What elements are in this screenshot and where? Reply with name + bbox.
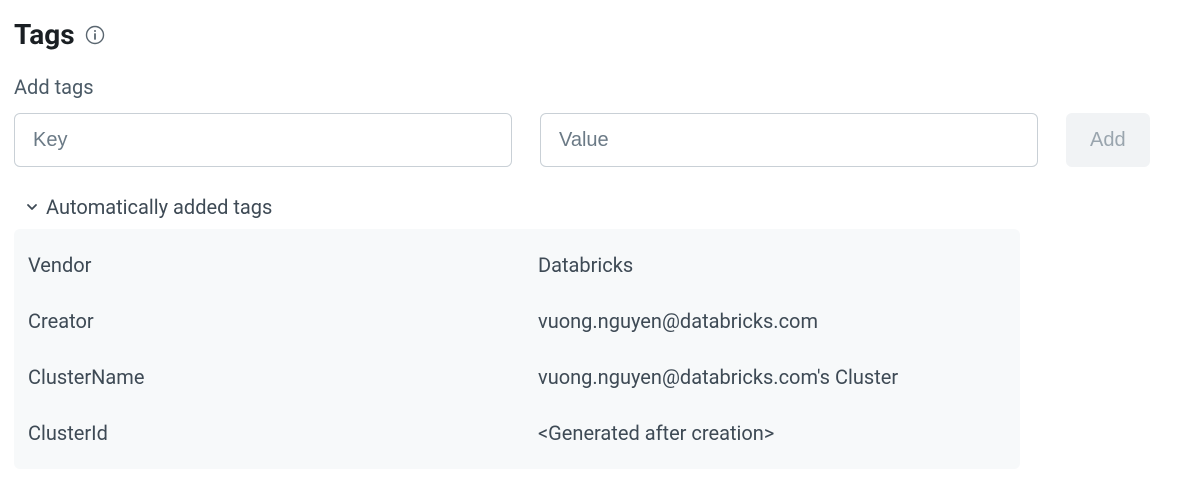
table-row: Creator vuong.nguyen@databricks.com [14, 293, 1020, 349]
tag-key-cell: ClusterId [28, 421, 538, 445]
tag-value-cell: vuong.nguyen@databricks.com [538, 309, 1006, 333]
auto-tags-toggle[interactable]: Automatically added tags [14, 195, 1186, 219]
tag-input-row: Add [14, 113, 1186, 167]
add-button[interactable]: Add [1066, 113, 1150, 167]
table-row: ClusterId <Generated after creation> [14, 405, 1020, 461]
chevron-down-icon [24, 199, 40, 215]
tag-key-cell: Creator [28, 309, 538, 333]
auto-tags-table: Vendor Databricks Creator vuong.nguyen@d… [14, 229, 1020, 469]
section-header: Tags [14, 18, 1186, 51]
section-title: Tags [14, 18, 75, 51]
tag-key-cell: ClusterName [28, 365, 538, 389]
table-row: ClusterName vuong.nguyen@databricks.com'… [14, 349, 1020, 405]
tag-value-cell: vuong.nguyen@databricks.com's Cluster [538, 365, 1006, 389]
tag-value-cell: <Generated after creation> [538, 421, 1006, 445]
table-row: Vendor Databricks [14, 237, 1020, 293]
add-tags-label: Add tags [14, 75, 1186, 99]
tag-key-cell: Vendor [28, 253, 538, 277]
tag-value-input[interactable] [540, 113, 1038, 167]
tag-value-cell: Databricks [538, 253, 1006, 277]
auto-tags-label: Automatically added tags [46, 195, 272, 219]
info-icon[interactable] [85, 25, 105, 45]
tag-key-input[interactable] [14, 113, 512, 167]
